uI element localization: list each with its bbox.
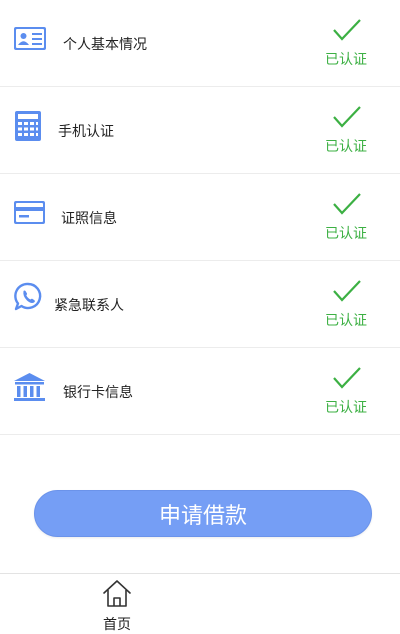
item-label: 个人基本情况 <box>63 37 147 53</box>
whatsapp-phone-icon <box>14 282 42 311</box>
list-item-license-info[interactable]: 证照信息 已认证 <box>0 174 400 261</box>
list-item-phone-verification[interactable]: 手机认证 已认证 <box>0 87 400 174</box>
status-verified: 已认证 <box>325 226 367 242</box>
list-item-emergency-contact[interactable]: 紧急联系人 已认证 <box>0 261 400 348</box>
checkmark-icon <box>333 106 361 128</box>
item-label: 紧急联系人 <box>54 298 124 314</box>
list-item-personal-info[interactable]: 个人基本情况 已认证 <box>0 0 400 87</box>
checkmark-icon <box>333 280 361 302</box>
credit-card-icon <box>14 201 45 224</box>
item-label: 证照信息 <box>61 211 117 227</box>
status-verified: 已认证 <box>325 139 367 155</box>
tab-home-label: 首页 <box>103 617 131 633</box>
status-verified: 已认证 <box>325 400 367 416</box>
checkmark-icon <box>333 19 361 41</box>
tab-home[interactable]: 首页 <box>95 578 139 633</box>
id-card-icon <box>14 27 46 50</box>
item-label: 手机认证 <box>58 124 114 140</box>
checkmark-icon <box>333 193 361 215</box>
bank-icon <box>14 373 45 401</box>
status-verified: 已认证 <box>325 52 367 68</box>
status-verified: 已认证 <box>325 313 367 329</box>
home-icon <box>103 580 131 607</box>
list-item-bank-card[interactable]: 银行卡信息 已认证 <box>0 348 400 435</box>
calculator-icon <box>15 111 41 141</box>
bottom-tab-bar: 首页 <box>0 573 400 633</box>
checkmark-icon <box>333 367 361 389</box>
apply-loan-button[interactable]: 申请借款 <box>34 490 372 537</box>
item-label: 银行卡信息 <box>63 385 133 401</box>
verification-list: 个人基本情况 已认证 手机认证 已认证 证照信息 已认证 紧急联系人 已认证 银… <box>0 0 400 435</box>
